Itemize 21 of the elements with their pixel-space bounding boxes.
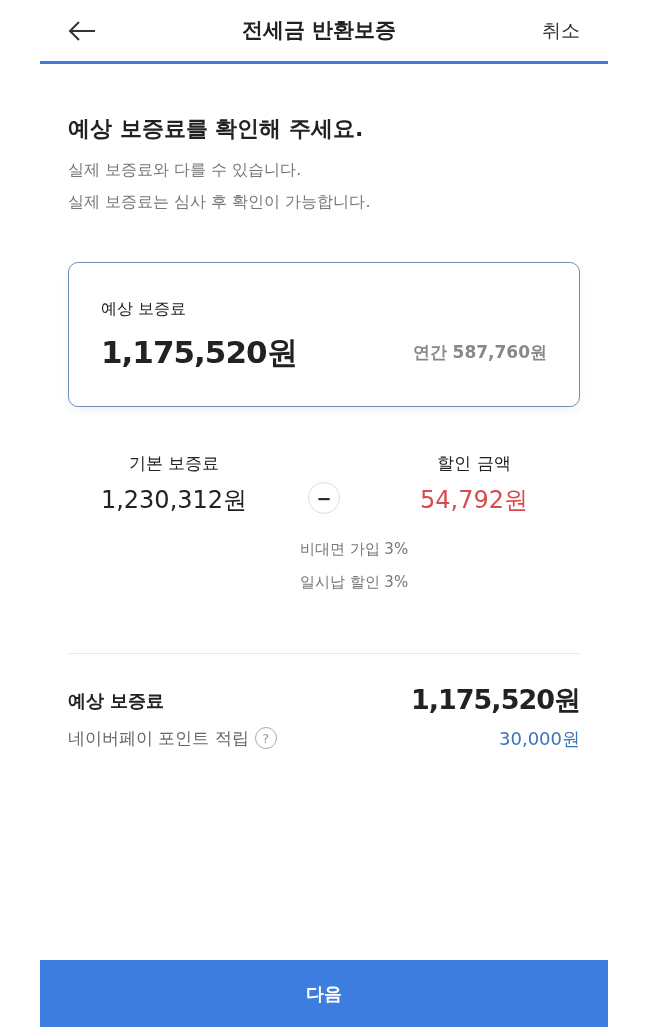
estimate-amount: 1,175,520원: [101, 333, 297, 373]
back-arrow-icon: [68, 19, 96, 42]
notice-text: 실제 보증료는 심사 후 확인이 가능합니다.: [68, 191, 372, 214]
next-button[interactable]: 다음: [40, 960, 608, 1027]
points-label: 네이버페이 포인트 적립: [68, 726, 249, 750]
base-fee-amount: 1,230,312원: [99, 485, 249, 517]
base-fee-label: 기본 보증료: [127, 451, 221, 475]
discount-label: 할인 금액: [436, 451, 512, 475]
total-amount: 1,175,520원: [410, 683, 580, 718]
notice-text: 실제 보증료와 다를 수 있습니다.: [68, 159, 303, 182]
discount-item: 일시납 할인 3%: [298, 571, 410, 593]
page-heading: 예상 보증료를 확인해 주세요.: [68, 116, 365, 143]
annual-amount: 연간 587,760원: [412, 340, 547, 364]
back-button[interactable]: [68, 19, 96, 42]
points-amount: 30,000원: [499, 726, 580, 751]
discount-amount: 54,792원: [419, 485, 529, 517]
discount-item: 비대면 가입 3%: [298, 539, 410, 561]
page-title: 전세금 반환보증: [241, 16, 397, 44]
total-label: 예상 보증료: [68, 689, 165, 714]
estimate-label: 예상 보증료: [101, 298, 188, 321]
cancel-button[interactable]: 취소: [542, 16, 580, 45]
